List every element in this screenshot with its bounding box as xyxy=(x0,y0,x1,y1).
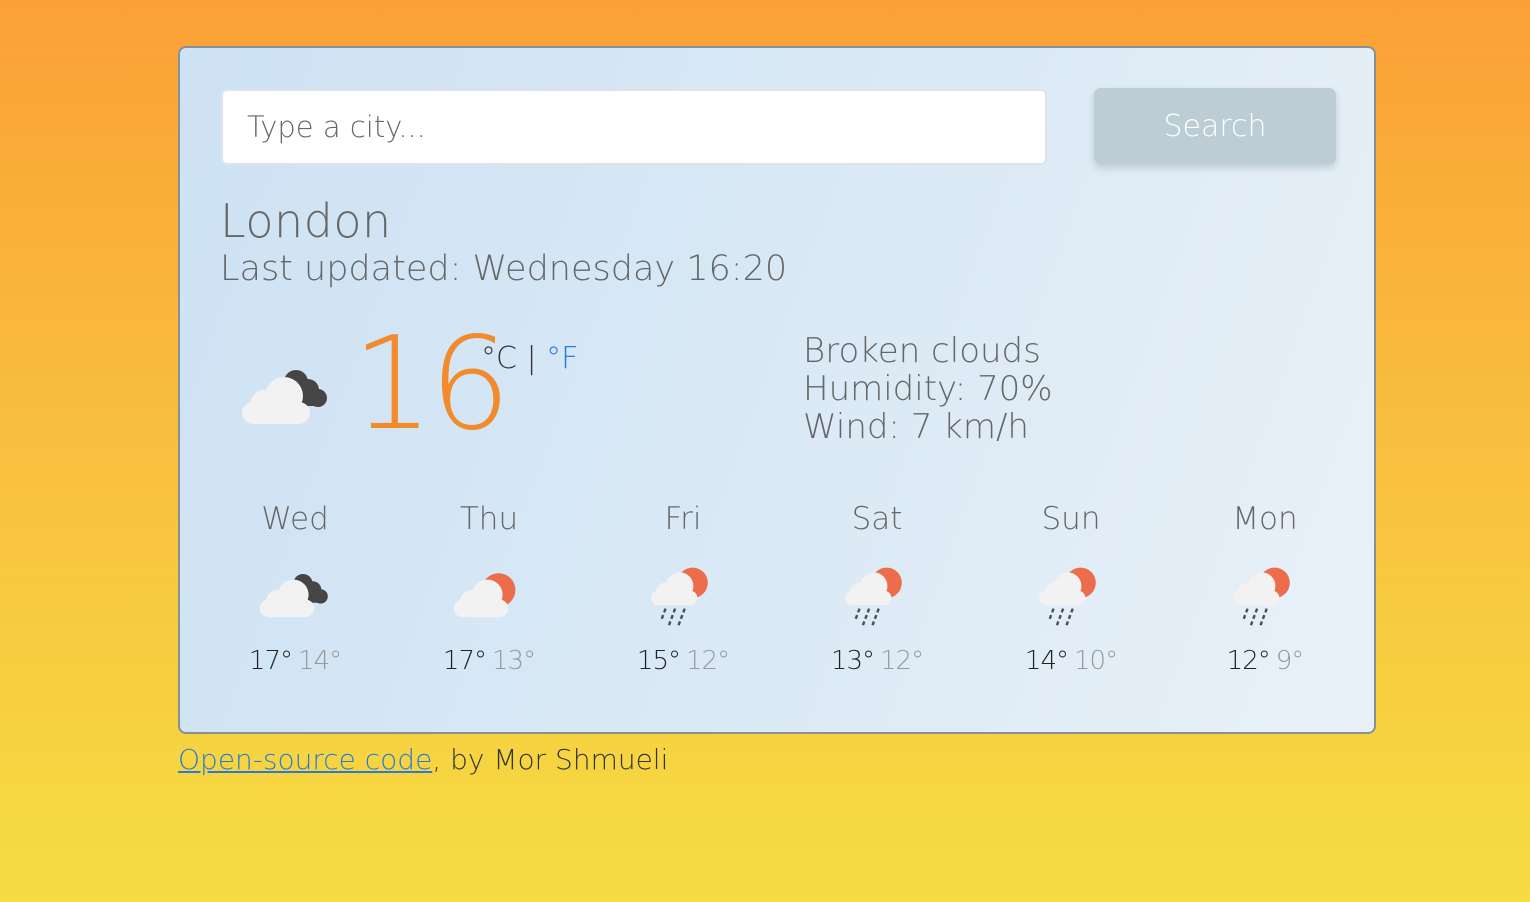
forecast-max-temp: 17° xyxy=(442,646,487,676)
humidity: Humidity: 70% xyxy=(803,369,1053,409)
fahrenheit-link[interactable]: °F xyxy=(546,341,578,376)
forecast-day: Fri 15° 12° xyxy=(603,501,763,675)
weather-description: Broken clouds xyxy=(803,331,1041,371)
forecast-day-name: Fri xyxy=(664,501,702,537)
celsius-link[interactable]: °C xyxy=(481,341,517,376)
forecast-day: Thu 17° 13° xyxy=(409,501,569,675)
search-button[interactable]: Search xyxy=(1094,88,1336,164)
last-updated: Last updated: Wednesday 16:20 xyxy=(220,249,788,289)
footer: Open-source code, by Mor Shmueli xyxy=(178,746,668,774)
forecast-day-name: Thu xyxy=(459,501,519,537)
forecast-min-temp: 13° xyxy=(492,646,536,676)
partly-cloudy-icon xyxy=(409,544,569,644)
forecast-max-temp: 13° xyxy=(830,646,875,676)
forecast-day: Sun 14° 10° xyxy=(991,501,1151,675)
unit-separator: | xyxy=(526,341,537,376)
cloudy-icon xyxy=(215,544,375,644)
forecast-min-temp: 10° xyxy=(1074,646,1118,676)
weather-card: Search London Last updated: Wednesday 16… xyxy=(178,46,1376,734)
forecast-day: Mon 12° 9° xyxy=(1185,501,1345,675)
weather-details: Broken clouds Humidity: 70% Wind: 7 km/h xyxy=(803,332,1053,446)
footer-credit: , by Mor Shmueli xyxy=(432,743,669,776)
unit-toggle: °C | °F xyxy=(481,344,578,374)
forecast-day-name: Mon xyxy=(1232,501,1298,537)
forecast-day: Sat 13° 12° xyxy=(797,501,957,675)
forecast-temps: 17° 13° xyxy=(409,648,569,674)
source-code-link[interactable]: Open-source code xyxy=(178,743,432,776)
rain-sun-icon xyxy=(603,544,763,644)
forecast-min-temp: 9° xyxy=(1275,646,1305,676)
forecast-min-temp: 14° xyxy=(298,646,342,676)
forecast-min-temp: 12° xyxy=(686,646,730,676)
forecast-min-temp: 12° xyxy=(880,646,924,676)
forecast-temps: 17° 14° xyxy=(215,648,375,674)
rain-sun-icon xyxy=(797,544,957,644)
forecast-max-temp: 14° xyxy=(1024,646,1069,676)
wind: Wind: 7 km/h xyxy=(803,407,1029,447)
forecast-max-temp: 12° xyxy=(1226,646,1271,676)
cloudy-icon xyxy=(236,360,336,434)
forecast-max-temp: 17° xyxy=(248,646,293,676)
city-search-input[interactable] xyxy=(221,89,1047,165)
forecast-temps: 12° 9° xyxy=(1185,648,1345,674)
forecast-temps: 13° 12° xyxy=(797,648,957,674)
forecast-temps: 14° 10° xyxy=(991,648,1151,674)
city-name: London xyxy=(220,194,392,248)
forecast-day-name: Sun xyxy=(1041,501,1101,537)
forecast-day: Wed 17° 14° xyxy=(215,501,375,675)
forecast-temps: 15° 12° xyxy=(603,648,763,674)
rain-sun-icon xyxy=(991,544,1151,644)
forecast-day-name: Sat xyxy=(851,501,903,537)
forecast-day-name: Wed xyxy=(261,501,329,537)
rain-sun-icon xyxy=(1185,544,1345,644)
forecast-max-temp: 15° xyxy=(636,646,681,676)
